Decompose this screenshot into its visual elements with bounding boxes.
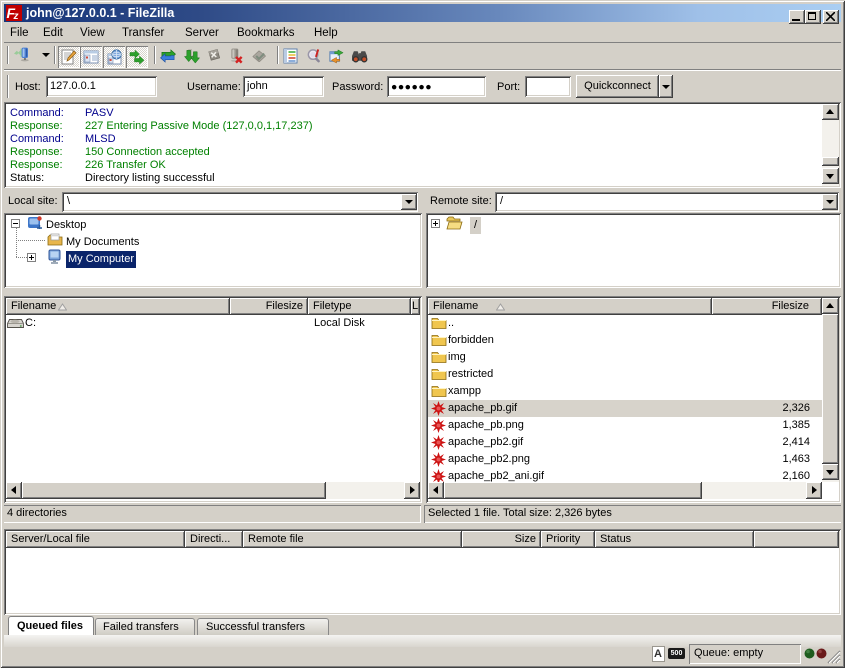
svg-text:z: z: [13, 11, 19, 21]
